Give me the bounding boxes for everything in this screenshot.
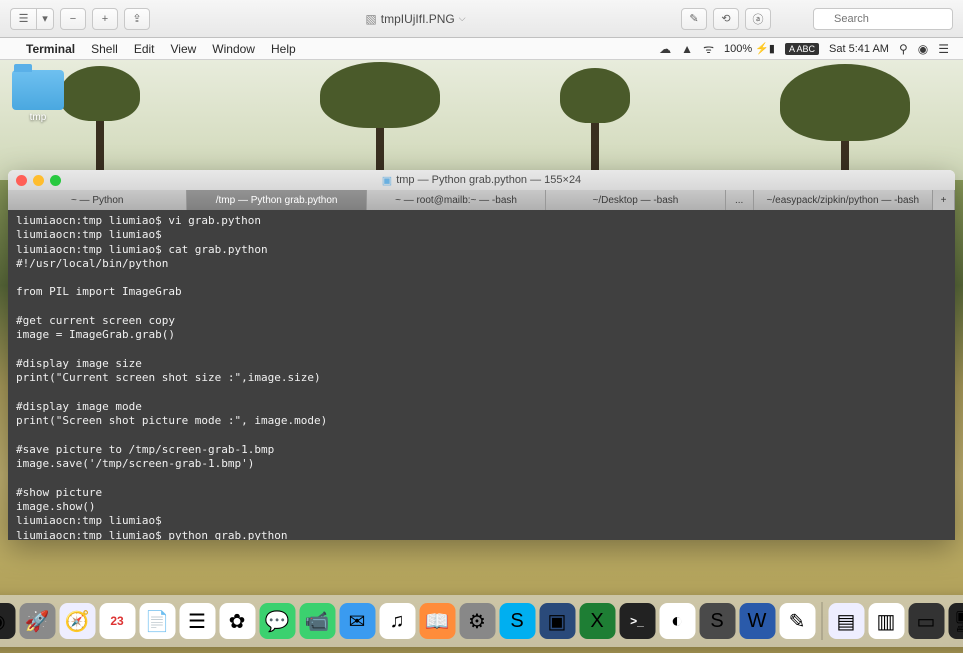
preview-toolbar: ☰ ▾ − + ⇪ ▧ tmpIUjIfI.PNG ⌵ ✎ ⟲ ⓐ <box>0 0 963 38</box>
dock-photos[interactable]: ✿ <box>219 603 255 639</box>
cloud-icon[interactable]: ☁ <box>659 42 671 56</box>
dock: ☺◉🚀🧭23📄☰✿💬📹✉♫📖⚙S▣X>_◐SW✎▤▥▭🖥🗑 <box>0 595 963 647</box>
dock-doc2[interactable]: ▥ <box>868 603 904 639</box>
input-source[interactable]: A ABC <box>785 43 819 55</box>
zoom-in-button[interactable]: + <box>92 8 118 30</box>
terminal-titlebar[interactable]: ▣ tmp — Python grab.python — 155×24 <box>8 170 955 190</box>
terminal-output[interactable]: liumiaocn:tmp liumiao$ vi grab.python li… <box>8 210 955 540</box>
dock-messages[interactable]: 💬 <box>259 603 295 639</box>
folder-icon: ▣ <box>382 174 392 187</box>
dock-excel[interactable]: X <box>579 603 615 639</box>
preview-window-title: ▧ tmpIUjIfI.PNG ⌵ <box>156 12 675 26</box>
highlight-button[interactable]: ✎ <box>681 8 707 30</box>
sidebar-dropdown-button[interactable]: ▾ <box>36 8 54 30</box>
menu-view[interactable]: View <box>171 42 197 56</box>
dock-sublime[interactable]: S <box>699 603 735 639</box>
dock-calendar[interactable]: 23 <box>99 603 135 639</box>
menu-edit[interactable]: Edit <box>134 42 155 56</box>
dock-siri[interactable]: ◉ <box>0 603 15 639</box>
share-button[interactable]: ⇪ <box>124 8 150 30</box>
zoom-out-button[interactable]: − <box>60 8 86 30</box>
dock-settings[interactable]: ⚙ <box>459 603 495 639</box>
siri-menubar-icon[interactable]: ◉ <box>918 42 928 56</box>
terminal-window: ▣ tmp — Python grab.python — 155×24 ~ — … <box>8 170 955 540</box>
clock[interactable]: Sat 5:41 AM <box>829 43 889 55</box>
terminal-tab[interactable]: ~ — root@mailb:~ — -bash <box>367 190 546 210</box>
terminal-tab[interactable]: ~/easypack/zipkin/python — -bash <box>754 190 933 210</box>
dock-doc1[interactable]: ▤ <box>828 603 864 639</box>
dock-ibooks[interactable]: 📖 <box>419 603 455 639</box>
dock-itunes[interactable]: ♫ <box>379 603 415 639</box>
dock-word[interactable]: W <box>739 603 775 639</box>
menu-shell[interactable]: Shell <box>91 42 118 56</box>
terminal-tabs: ~ — Python/tmp — Python grab.python~ — r… <box>8 190 955 210</box>
dock-textedit[interactable]: ✎ <box>779 603 815 639</box>
menu-help[interactable]: Help <box>271 42 296 56</box>
new-tab-button[interactable]: + <box>933 190 955 210</box>
dock-chrome[interactable]: ◐ <box>659 603 695 639</box>
battery-status[interactable]: 100% ⚡▮ <box>724 42 775 55</box>
dock-virtualbox[interactable]: ▣ <box>539 603 575 639</box>
macos-menubar: Terminal Shell Edit View Window Help ☁ ▲… <box>0 38 963 60</box>
desktop[interactable]: tmp ▣ tmp — Python grab.python — 155×24 … <box>0 60 963 653</box>
sidebar-toggle-button[interactable]: ☰ <box>10 8 36 30</box>
terminal-title: ▣ tmp — Python grab.python — 155×24 <box>8 174 955 187</box>
search-input[interactable] <box>813 8 953 30</box>
menu-window[interactable]: Window <box>212 42 255 56</box>
desktop-folder-tmp[interactable]: tmp <box>12 70 64 123</box>
notification-center-icon[interactable]: ☰ <box>938 42 949 56</box>
terminal-tab[interactable]: ~ — Python <box>8 190 187 210</box>
wifi-icon[interactable]: ᯤ <box>703 40 714 57</box>
dock-terminal[interactable]: >_ <box>619 603 655 639</box>
spotlight-icon[interactable]: ⚲ <box>899 42 908 56</box>
dock-display[interactable]: 🖥 <box>948 603 963 639</box>
image-file-icon: ▧ <box>365 12 376 26</box>
airplay-icon[interactable]: ▲ <box>681 42 693 56</box>
terminal-tab[interactable]: ... <box>726 190 754 210</box>
dock-screenshot[interactable]: ▭ <box>908 603 944 639</box>
rotate-button[interactable]: ⟲ <box>713 8 739 30</box>
markup-button[interactable]: ⓐ <box>745 8 771 30</box>
terminal-tab[interactable]: /tmp — Python grab.python <box>187 190 366 210</box>
dock-safari[interactable]: 🧭 <box>59 603 95 639</box>
dock-facetime[interactable]: 📹 <box>299 603 335 639</box>
dock-reminders[interactable]: ☰ <box>179 603 215 639</box>
terminal-tab[interactable]: ~/Desktop — -bash <box>546 190 725 210</box>
dock-skype[interactable]: S <box>499 603 535 639</box>
dock-mail[interactable]: ✉ <box>339 603 375 639</box>
dock-launchpad[interactable]: 🚀 <box>19 603 55 639</box>
dock-notes[interactable]: 📄 <box>139 603 175 639</box>
app-menu[interactable]: Terminal <box>26 42 75 56</box>
